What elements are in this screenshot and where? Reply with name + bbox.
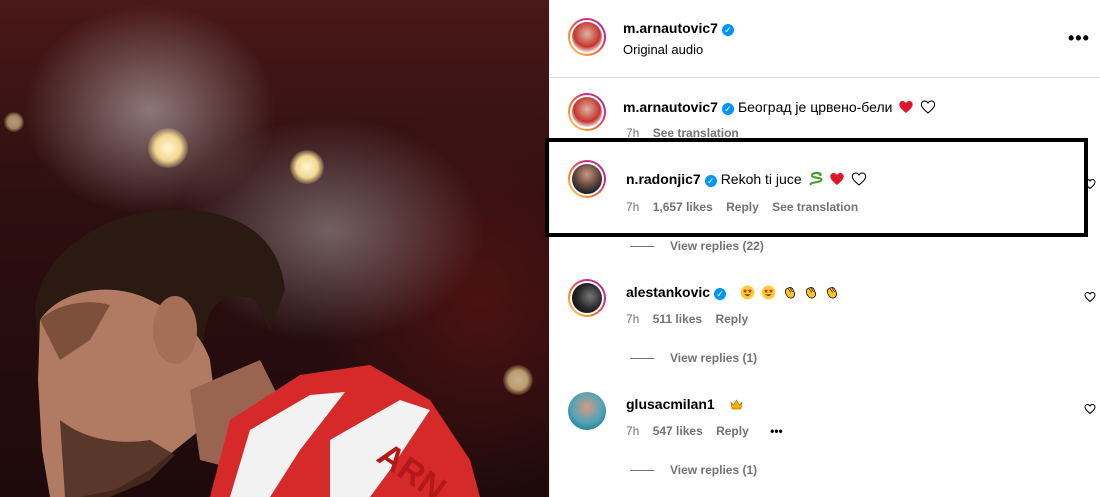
like-heart-icon[interactable] bbox=[1084, 178, 1096, 190]
star-struck-emoji bbox=[740, 285, 755, 300]
audio-label[interactable]: Original audio bbox=[623, 42, 703, 57]
reply-button[interactable]: Reply bbox=[715, 312, 748, 326]
comment-meta: 7h 511 likes Reply bbox=[626, 312, 758, 326]
reply-button[interactable]: Reply bbox=[716, 424, 749, 438]
verified-icon: ✓ bbox=[721, 103, 734, 115]
view-replies-button[interactable]: View replies (1) bbox=[628, 351, 757, 365]
verified-icon: ✓ bbox=[714, 288, 727, 300]
avatar[interactable] bbox=[568, 279, 606, 317]
comment-username[interactable]: n.radonjic7 bbox=[626, 171, 701, 187]
clap-emoji bbox=[826, 287, 837, 299]
comment-3: glusacmilan1 bbox=[626, 396, 744, 412]
comments-panel: m.arnautovic7 ✓ Original audio ••• m.arna… bbox=[549, 0, 1100, 497]
comment-2: alestankovic ✓ bbox=[626, 284, 839, 300]
caption-username[interactable]: m.arnautovic7 bbox=[623, 99, 718, 115]
clap-emoji bbox=[805, 287, 816, 299]
player-silhouette: ARN bbox=[35, 209, 480, 497]
post-photo[interactable]: ARN bbox=[0, 0, 549, 497]
comment-username[interactable]: alestankovic bbox=[626, 284, 710, 300]
snake-emoji bbox=[809, 171, 822, 186]
reply-button[interactable]: Reply bbox=[726, 200, 759, 214]
avatar[interactable] bbox=[568, 392, 606, 430]
comment-likes[interactable]: 1,657 likes bbox=[653, 200, 713, 214]
caption: m.arnautovic7 ✓ Београд је црвено-бели bbox=[623, 99, 936, 115]
verified-icon: ✓ bbox=[704, 175, 717, 187]
replies-divider bbox=[630, 246, 654, 248]
comment-1: n.radonjic7 ✓ Rekoh ti juce bbox=[626, 171, 867, 187]
like-heart-icon[interactable] bbox=[1084, 403, 1096, 415]
avatar[interactable] bbox=[568, 160, 606, 198]
post-author-username[interactable]: m.arnautovic7 ✓ bbox=[623, 20, 734, 36]
view-replies-button[interactable]: View replies (22) bbox=[628, 239, 764, 253]
comment-time: 7h bbox=[626, 200, 640, 214]
replies-divider bbox=[630, 470, 654, 472]
like-heart-icon[interactable] bbox=[1084, 291, 1096, 303]
caption-text: Београд је црвено-бели bbox=[737, 99, 893, 115]
red-heart-emoji bbox=[830, 173, 845, 185]
avatar[interactable] bbox=[568, 18, 606, 56]
more-options-icon[interactable]: ••• bbox=[1068, 28, 1090, 49]
comment-likes[interactable]: 511 likes bbox=[653, 312, 702, 326]
comment-likes[interactable]: 547 likes bbox=[653, 424, 703, 438]
view-replies-button[interactable]: View replies (1) bbox=[628, 463, 757, 477]
star-struck-emoji bbox=[761, 285, 776, 300]
see-translation-link[interactable]: See translation bbox=[772, 200, 858, 214]
avatar[interactable] bbox=[568, 93, 606, 131]
red-heart-emoji bbox=[899, 101, 914, 113]
comment-text: Rekoh ti juce bbox=[720, 171, 802, 187]
comment-more-icon[interactable]: ••• bbox=[770, 424, 783, 438]
comment-meta: 7h 547 likes Reply ••• bbox=[626, 424, 793, 438]
white-heart-emoji bbox=[921, 100, 936, 114]
comment-time: 7h bbox=[626, 312, 640, 326]
verified-icon: ✓ bbox=[721, 24, 734, 36]
post-header: m.arnautovic7 ✓ Original audio ••• bbox=[550, 0, 1100, 78]
replies-divider bbox=[630, 358, 654, 360]
clap-emoji bbox=[784, 287, 795, 299]
comment-username[interactable]: glusacmilan1 bbox=[626, 396, 715, 412]
comment-meta: 7h 1,657 likes Reply See translation bbox=[626, 200, 868, 214]
white-heart-emoji bbox=[852, 172, 867, 186]
comment-time: 7h bbox=[626, 424, 640, 438]
crown-emoji bbox=[730, 399, 743, 410]
